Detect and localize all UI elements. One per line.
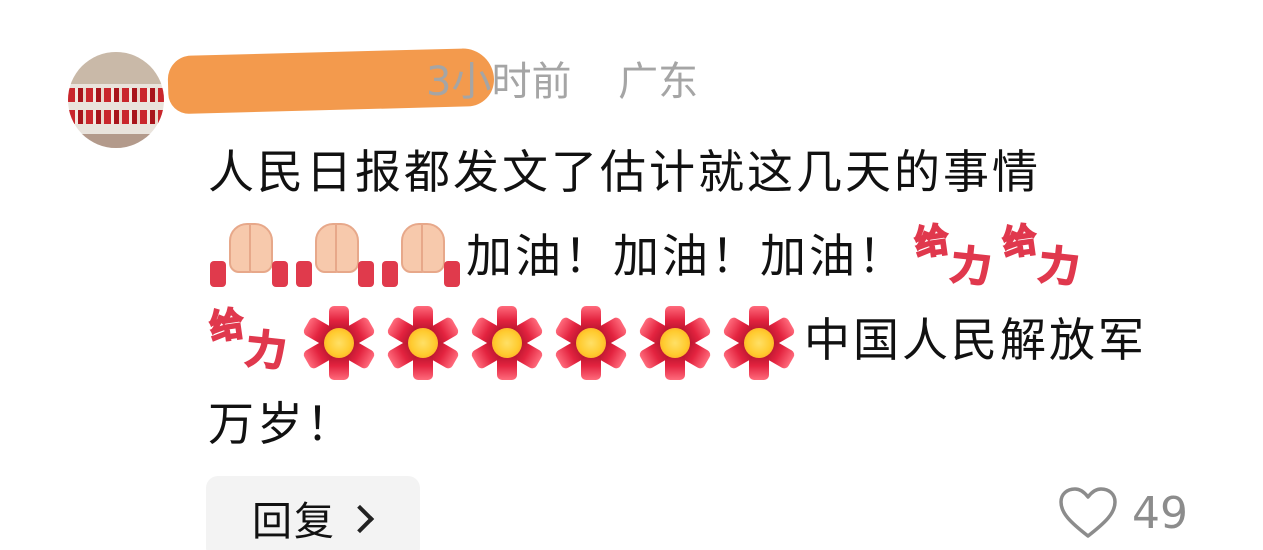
avatar-shelf-1 (68, 88, 164, 102)
comment-line-2: 加油！ 加油！ 加油！ 给力 给力 (208, 214, 1208, 298)
praying-hands-icon (294, 223, 376, 289)
cheer-text: 加油！ (760, 229, 907, 283)
heart-icon (1059, 487, 1117, 538)
firecracker-icon (720, 304, 798, 380)
firecracker-icon (468, 304, 546, 380)
chevron-right-icon (345, 504, 375, 534)
like-button[interactable]: 49 (1058, 486, 1188, 540)
avatar[interactable] (68, 52, 164, 148)
comment-time: 3小时前 (426, 59, 572, 105)
firecracker-icon (384, 304, 462, 380)
comment-text-main: 人民日报都发文了估计就这几天的事情 (208, 145, 1041, 199)
comment-text-end: 万岁！ (208, 397, 355, 451)
avatar-floor (68, 134, 164, 148)
comment-line-3: 给力 中国人民解放军 (206, 298, 1208, 382)
comment-line-4: 万岁！ (208, 382, 1208, 466)
praying-hands-icon (208, 223, 290, 289)
reply-label: 回复 (252, 499, 336, 545)
praying-hands-icon (380, 223, 462, 289)
geili-sticker-icon: 给力 (206, 303, 289, 377)
firecracker-icon (552, 304, 630, 380)
comment-meta: 3小时前 广东 (426, 56, 698, 108)
comment-body: 人民日报都发文了估计就这几天的事情 加油！ 加油！ 加油！ 给力 给力 给 力 … (206, 130, 1208, 466)
cheer-text: 加油！ (613, 229, 760, 283)
like-count: 49 (1132, 487, 1188, 539)
geili-sticker-icon: 给力 (999, 219, 1082, 293)
comment-line-1: 人民日报都发文了估计就这几天的事情 (208, 130, 1208, 214)
avatar-background (68, 52, 164, 84)
cheer-text: 加油！ (466, 229, 613, 283)
firecracker-icon (300, 304, 378, 380)
comment-card: 3小时前 广东 人民日报都发文了估计就这几天的事情 加油！ 加油！ 加油！ 给力… (0, 0, 1263, 550)
comment-location: 广东 (618, 59, 699, 105)
reply-button[interactable]: 回复 (206, 476, 420, 550)
avatar-shelf-2 (68, 110, 164, 124)
firecracker-icon (636, 304, 714, 380)
geili-sticker-icon: 给力 (911, 219, 994, 293)
comment-text-tail: 中国人民解放军 (804, 313, 1147, 367)
